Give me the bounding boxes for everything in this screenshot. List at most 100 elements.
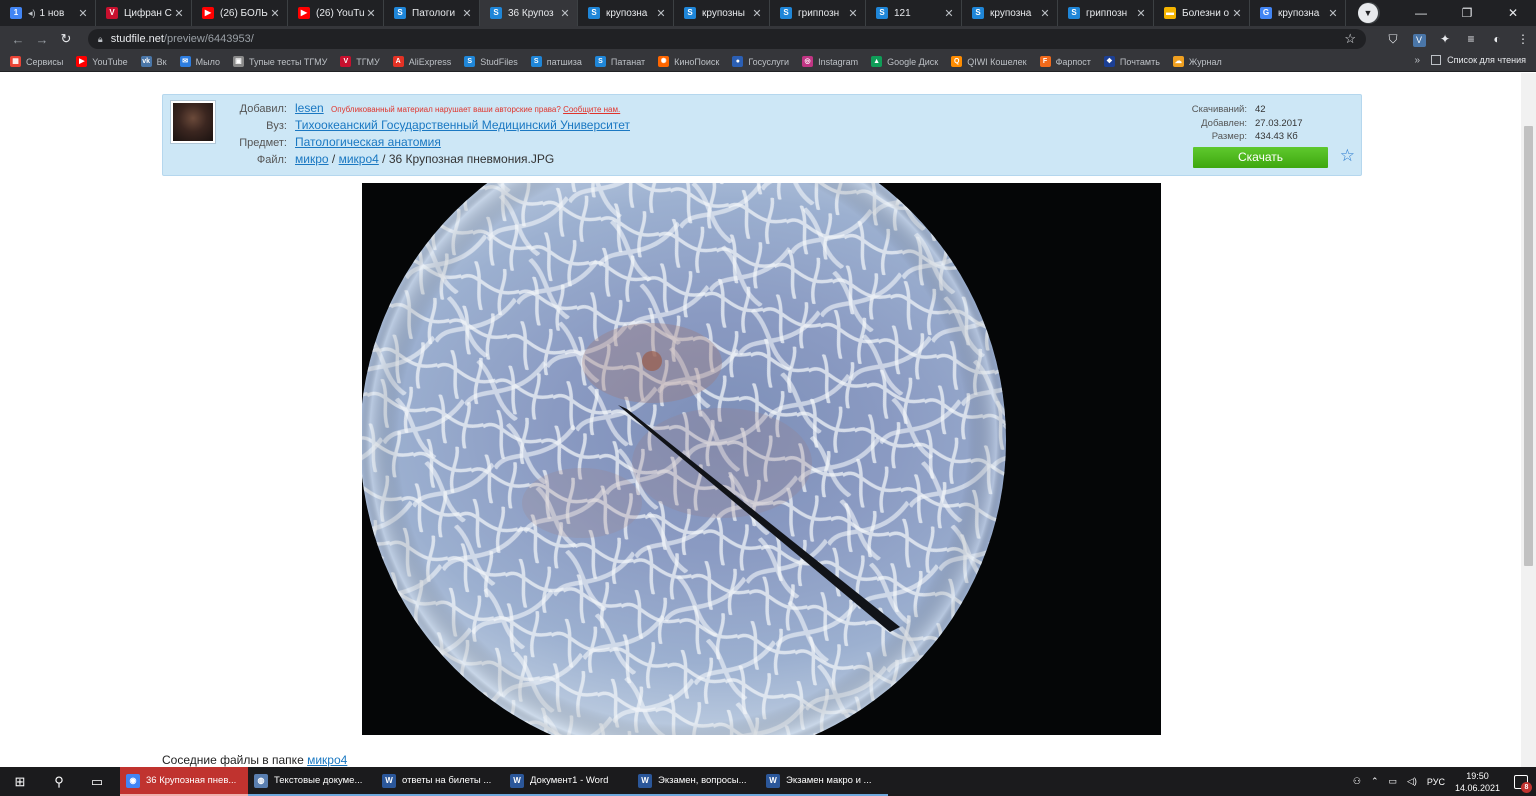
report-link[interactable]: Сообщите нам.	[563, 105, 620, 114]
bookmark-item[interactable]: S Патанат	[594, 56, 645, 67]
page-content: Добавил: lesen Опубликованный материал н…	[0, 73, 1536, 767]
bookmark-item[interactable]: S StudFiles	[464, 56, 518, 67]
tab-close-icon[interactable]: ✕	[1039, 7, 1051, 20]
bookmark-label: QIWI Кошелек	[967, 56, 1027, 67]
menu-icon[interactable]: ⋮	[1510, 32, 1536, 46]
university-link[interactable]: Тихоокеанский Государственный Медицински…	[295, 118, 630, 132]
browser-tab[interactable]: S Патологи ✕	[384, 0, 480, 26]
close-window-icon[interactable]: ✕	[1490, 6, 1536, 20]
bookmark-star-icon[interactable]: ☆	[1344, 31, 1356, 47]
tab-close-icon[interactable]: ✕	[1135, 7, 1147, 20]
download-button[interactable]: Скачать	[1193, 147, 1328, 168]
bookmark-item[interactable]: ▦ Сервисы	[10, 56, 63, 67]
bookmark-item[interactable]: ✺ КиноПоиск	[658, 56, 719, 67]
taskbar-app[interactable]: W Документ1 - Word	[504, 767, 632, 796]
taskbar-app[interactable]: ◉ 36 Крупозная пнев...	[120, 767, 248, 796]
tab-close-icon[interactable]: ✕	[269, 7, 281, 20]
bookmark-item[interactable]: ❖ Почтамть	[1103, 56, 1160, 67]
tab-close-icon[interactable]: ✕	[461, 7, 473, 20]
bookmark-item[interactable]: V ТГМУ	[340, 56, 380, 67]
search-icon[interactable]: ⚲	[40, 774, 78, 790]
minimize-icon[interactable]: —	[1398, 6, 1444, 20]
folder-link-1[interactable]: микро	[295, 152, 329, 166]
browser-tab[interactable]: Sкрупозна ✕	[578, 0, 674, 26]
bookmark-favicon-icon: vk	[140, 56, 152, 67]
tab-audio-icon[interactable]: ◂)	[28, 8, 36, 19]
folder-link-2[interactable]: микро4	[339, 152, 379, 166]
bookmark-item[interactable]: Q QIWI Кошелек	[951, 56, 1027, 67]
browser-tab[interactable]: ▶ (26) БОЛЬ ✕	[192, 0, 288, 26]
browser-tab[interactable]: Sгриппозн ✕	[1058, 0, 1154, 26]
language-indicator[interactable]: РУС	[1427, 777, 1445, 787]
address-bar[interactable]: 🔒︎ studfile.net/preview/6443953/ ☆	[87, 29, 1367, 49]
bookmark-item[interactable]: F Фарпост	[1039, 56, 1091, 67]
tray-chevron-icon[interactable]: ⌃	[1371, 776, 1379, 787]
browser-tab[interactable]: ▬ Болезни о ✕	[1154, 0, 1250, 26]
volume-icon[interactable]: ◁)	[1407, 776, 1417, 787]
back-icon[interactable]: ←	[6, 32, 30, 47]
tab-close-icon[interactable]: ✕	[1231, 7, 1243, 20]
reload-icon[interactable]: ↻	[54, 31, 78, 47]
shield-extension-icon[interactable]: ⛉	[1380, 32, 1406, 47]
browser-tab[interactable]: Sкрупозна ✕	[962, 0, 1058, 26]
bookmark-item[interactable]: Sпатшиза	[530, 56, 582, 67]
bookmark-item[interactable]: ▲ Google Диск	[871, 56, 938, 67]
browser-tab[interactable]: V Цифран С ✕	[96, 0, 192, 26]
tab-close-icon[interactable]: ✕	[559, 7, 571, 20]
notifications-icon[interactable]: 8	[1514, 774, 1532, 793]
bookmark-item[interactable]: ● Госуслуги	[732, 56, 789, 67]
puzzle-extensions-icon[interactable]: ✦	[1432, 32, 1458, 46]
tab-close-icon[interactable]: ✕	[751, 7, 763, 20]
bookmark-item[interactable]: ▣ Тупые тесты ТГМУ	[232, 56, 327, 67]
scrollbar-thumb[interactable]	[1524, 126, 1533, 566]
tab-close-icon[interactable]: ✕	[365, 7, 377, 20]
bookmark-item[interactable]: ◎ Instagram	[802, 56, 858, 67]
browser-tab[interactable]: S 121 ✕	[866, 0, 962, 26]
task-view-icon[interactable]: ▭	[78, 774, 116, 790]
taskbar-app[interactable]: Wответы на билеты ...	[376, 767, 504, 796]
restore-icon[interactable]: ❐	[1444, 6, 1490, 20]
copyright-text: Опубликованный материал нарушает ваши ав…	[331, 105, 561, 114]
bookmark-item[interactable]: ☁ Журнал	[1172, 56, 1222, 67]
reading-list-button[interactable]: Список для чтения	[1431, 55, 1526, 65]
tab-close-icon[interactable]: ✕	[655, 7, 667, 20]
taskbar-app[interactable]: ◍ Текстовые докуме...	[248, 767, 376, 796]
profile-icon[interactable]: ▼	[1358, 3, 1378, 23]
browser-tab[interactable]: ▶ (26) YouTu ✕	[288, 0, 384, 26]
media-list-icon[interactable]: ≡	[1458, 32, 1484, 46]
bookmarks-more-icon[interactable]: »	[1414, 55, 1420, 66]
tab-close-icon[interactable]: ✕	[1327, 7, 1339, 20]
tab-close-icon[interactable]: ✕	[943, 7, 955, 20]
bookmark-item[interactable]: vk Вк	[140, 56, 167, 67]
url-text[interactable]: studfile.net/preview/6443953/	[111, 33, 1345, 45]
browser-tab[interactable]: S 36 Крупоз ✕	[480, 0, 578, 26]
bookmark-item[interactable]: ▶ YouTube	[76, 56, 128, 67]
uploader-avatar[interactable]	[171, 101, 215, 143]
uploader-link[interactable]: lesen	[295, 101, 324, 115]
neighbor-folder-link[interactable]: микро4	[307, 753, 347, 767]
taskbar-app[interactable]: W Экзамен макро и ...	[760, 767, 888, 796]
browser-tab[interactable]: Sкрупозны ✕	[674, 0, 770, 26]
vk-extension-icon[interactable]: V	[1406, 32, 1432, 47]
clock[interactable]: 19:50 14.06.2021	[1455, 770, 1500, 794]
tab-close-icon[interactable]: ✕	[77, 7, 89, 20]
network-icon[interactable]: ▭	[1388, 776, 1397, 787]
subject-link[interactable]: Патологическая анатомия	[295, 135, 441, 149]
forward-icon[interactable]: →	[30, 32, 54, 47]
app-icon: W	[382, 773, 396, 788]
avatar-extension-icon[interactable]: ◐	[1484, 32, 1510, 46]
browser-tab[interactable]: Sгриппозн ✕	[770, 0, 866, 26]
start-icon[interactable]: ⊞	[0, 774, 40, 790]
bookmark-item[interactable]: ✉ Мыло	[179, 56, 220, 67]
tab-close-icon[interactable]: ✕	[173, 7, 185, 20]
favorite-star-icon[interactable]: ☆	[1340, 146, 1355, 166]
taskbar-app[interactable]: W Экзамен, вопросы...	[632, 767, 760, 796]
browser-tab[interactable]: 1 ◂) 1 нов ✕	[0, 0, 96, 26]
bookmark-item[interactable]: A AliExpress	[392, 56, 451, 67]
micrograph-svg	[362, 183, 1161, 735]
people-icon[interactable]: ⚇	[1353, 776, 1361, 787]
page-scrollbar[interactable]	[1521, 73, 1536, 767]
lock-icon[interactable]: 🔒︎	[98, 34, 103, 45]
tab-close-icon[interactable]: ✕	[847, 7, 859, 20]
browser-tab[interactable]: Gкрупозна ✕	[1250, 0, 1346, 26]
